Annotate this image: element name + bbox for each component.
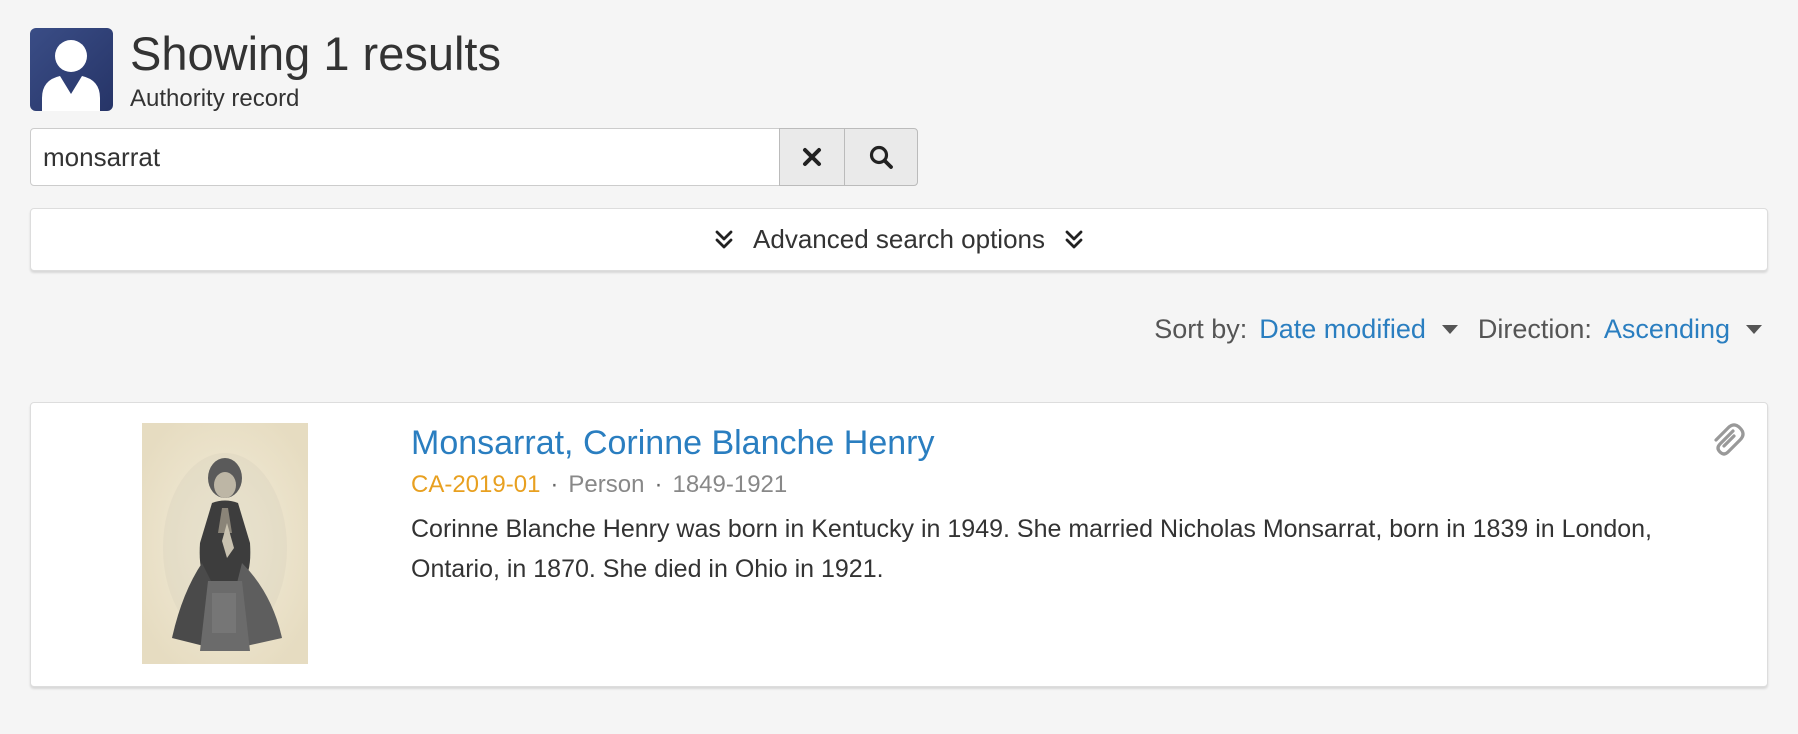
advanced-search-label: Advanced search options bbox=[753, 224, 1045, 254]
sort-controls: Sort by: Date modified Direction: Ascend… bbox=[1154, 314, 1768, 345]
page-title: Showing 1 results bbox=[130, 27, 501, 80]
result-identifier: CA-2019-01 bbox=[411, 471, 541, 498]
direction-label: Direction: bbox=[1477, 314, 1592, 344]
person-icon bbox=[30, 28, 113, 111]
sort-by-dropdown[interactable]: Date modified bbox=[1259, 314, 1426, 345]
clipboard-button[interactable] bbox=[1711, 423, 1745, 466]
search-icon bbox=[869, 145, 893, 169]
result-meta: CA-2019-01 · Person · 1849-1921 bbox=[411, 471, 1711, 499]
clear-search-button[interactable] bbox=[779, 128, 845, 186]
result-item: Monsarrat, Corinne Blanche Henry CA-2019… bbox=[30, 402, 1768, 687]
result-thumbnail[interactable] bbox=[142, 423, 308, 664]
caret-down-icon[interactable] bbox=[1746, 325, 1762, 334]
sort-by-label: Sort by: bbox=[1154, 314, 1248, 344]
result-title-link[interactable]: Monsarrat, Corinne Blanche Henry bbox=[411, 423, 1711, 463]
advanced-search-toggle[interactable]: Advanced search options bbox=[30, 208, 1768, 271]
search-input[interactable] bbox=[30, 128, 780, 186]
page-subtitle: Authority record bbox=[130, 85, 300, 112]
paperclip-icon bbox=[1714, 423, 1745, 456]
separator-dot: · bbox=[550, 471, 559, 498]
close-icon bbox=[803, 148, 821, 166]
page-header: Showing 1 results Authority record bbox=[30, 28, 501, 113]
search-bar bbox=[30, 128, 920, 186]
search-button[interactable] bbox=[844, 128, 918, 186]
result-entity-type: Person bbox=[568, 471, 645, 498]
double-chevron-down-icon bbox=[1065, 230, 1083, 250]
direction-dropdown[interactable]: Ascending bbox=[1604, 314, 1730, 345]
result-description: Corinne Blanche Henry was born in Kentuc… bbox=[411, 515, 1652, 583]
double-chevron-down-icon bbox=[715, 230, 733, 250]
separator-dot: · bbox=[654, 471, 663, 498]
result-dates: 1849-1921 bbox=[672, 471, 788, 498]
caret-down-icon[interactable] bbox=[1441, 325, 1458, 334]
